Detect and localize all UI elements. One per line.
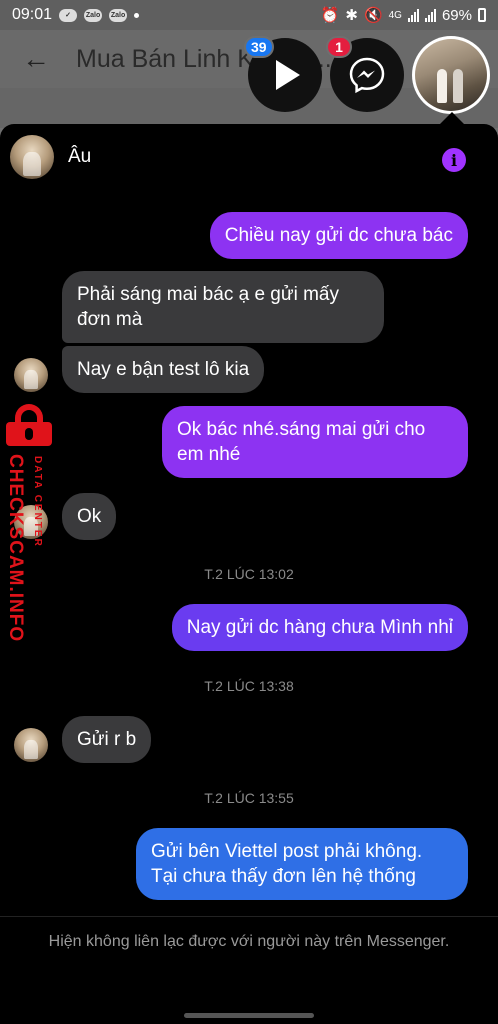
watermark-big-text: CHECKSCAM.INFO [5, 454, 26, 643]
contact-name[interactable]: Âu [68, 146, 91, 168]
outgoing-message[interactable]: Ok bác nhé.sáng mai gửi cho em nhé [162, 406, 468, 478]
message-timestamp: T.2 LÚC 13:38 [204, 678, 294, 694]
footer-divider [0, 916, 498, 917]
chat-panel: Âu i Chiều nay gửi dc chưa bác Phải sáng… [0, 124, 498, 1006]
photo-figure [453, 69, 463, 103]
padlock-icon [6, 404, 52, 448]
messenger-unread-badge: 1 [326, 36, 352, 58]
chat-head-pointer [440, 112, 464, 124]
video-unread-badge: 39 [244, 36, 274, 58]
outgoing-message[interactable]: Gửi bên Viettel post phải không. Tại chư… [136, 828, 468, 900]
back-arrow-icon[interactable]: ← [22, 43, 50, 75]
unavailable-notice: Hiện không liên lạc được với người này t… [48, 933, 450, 950]
contact-avatar-small [14, 728, 48, 762]
photo-figure [437, 69, 447, 103]
incoming-message[interactable]: Nay e bận test lô kia [62, 346, 265, 393]
more-notifications-dot-icon [134, 12, 140, 18]
messenger-icon [349, 57, 385, 94]
chat-header: Âu i [0, 124, 498, 190]
status-left: 09:01 ✓ Zalo Zalo [12, 6, 140, 24]
contact-avatar[interactable] [10, 135, 54, 179]
network-type-label: 4G [388, 9, 402, 21]
video-chat-head[interactable]: 39 [244, 36, 322, 112]
incoming-message[interactable]: Ok [62, 493, 117, 540]
outgoing-message[interactable]: Chiều nay gửi dc chưa bác [209, 212, 468, 259]
mute-icon: 🔇 [363, 7, 383, 24]
message-timestamp: T.2 LÚC 13:02 [204, 566, 294, 582]
incoming-message[interactable]: Phải sáng mai bác ạ e gửi mấy đơn mà [62, 271, 384, 343]
watermark-small-text: DATA CENTER [32, 456, 43, 548]
checkscam-watermark: DATA CENTER CHECKSCAM.INFO [2, 404, 56, 654]
status-bar: 09:01 ✓ Zalo Zalo ⏰ ✱ 🔇 4G 69% [0, 0, 498, 30]
navigation-bar [0, 1006, 498, 1024]
battery-icon [478, 8, 486, 22]
signal-icon [424, 8, 436, 22]
message-timestamp: T.2 LÚC 13:55 [204, 790, 294, 806]
outgoing-message[interactable]: Nay gửi dc hàng chưa Mình nhỉ [171, 604, 468, 651]
notification-app-icon: ✓ [59, 8, 78, 22]
battery-percent: 69% [441, 6, 472, 24]
status-time: 09:01 [12, 6, 53, 23]
contact-photo [415, 39, 487, 111]
home-gesture-handle[interactable] [184, 1013, 314, 1018]
bluetooth-icon: ✱ [345, 7, 358, 24]
info-icon[interactable]: i [442, 148, 466, 172]
contact-avatar-small [14, 358, 48, 392]
incoming-message[interactable]: Gửi r b [62, 716, 152, 763]
play-icon [276, 60, 300, 90]
zalo-icon: Zalo [84, 8, 103, 22]
alarm-icon: ⏰ [320, 7, 340, 24]
contact-chat-head[interactable] [412, 36, 490, 114]
zalo-icon: Zalo [109, 8, 128, 22]
phone-screen: 09:01 ✓ Zalo Zalo ⏰ ✱ 🔇 4G 69% ← Mua Bán… [0, 0, 498, 1024]
messenger-chat-head[interactable]: 1 [326, 36, 404, 112]
status-right: ⏰ ✱ 🔇 4G 69% [321, 6, 486, 24]
signal-icon [407, 8, 419, 22]
